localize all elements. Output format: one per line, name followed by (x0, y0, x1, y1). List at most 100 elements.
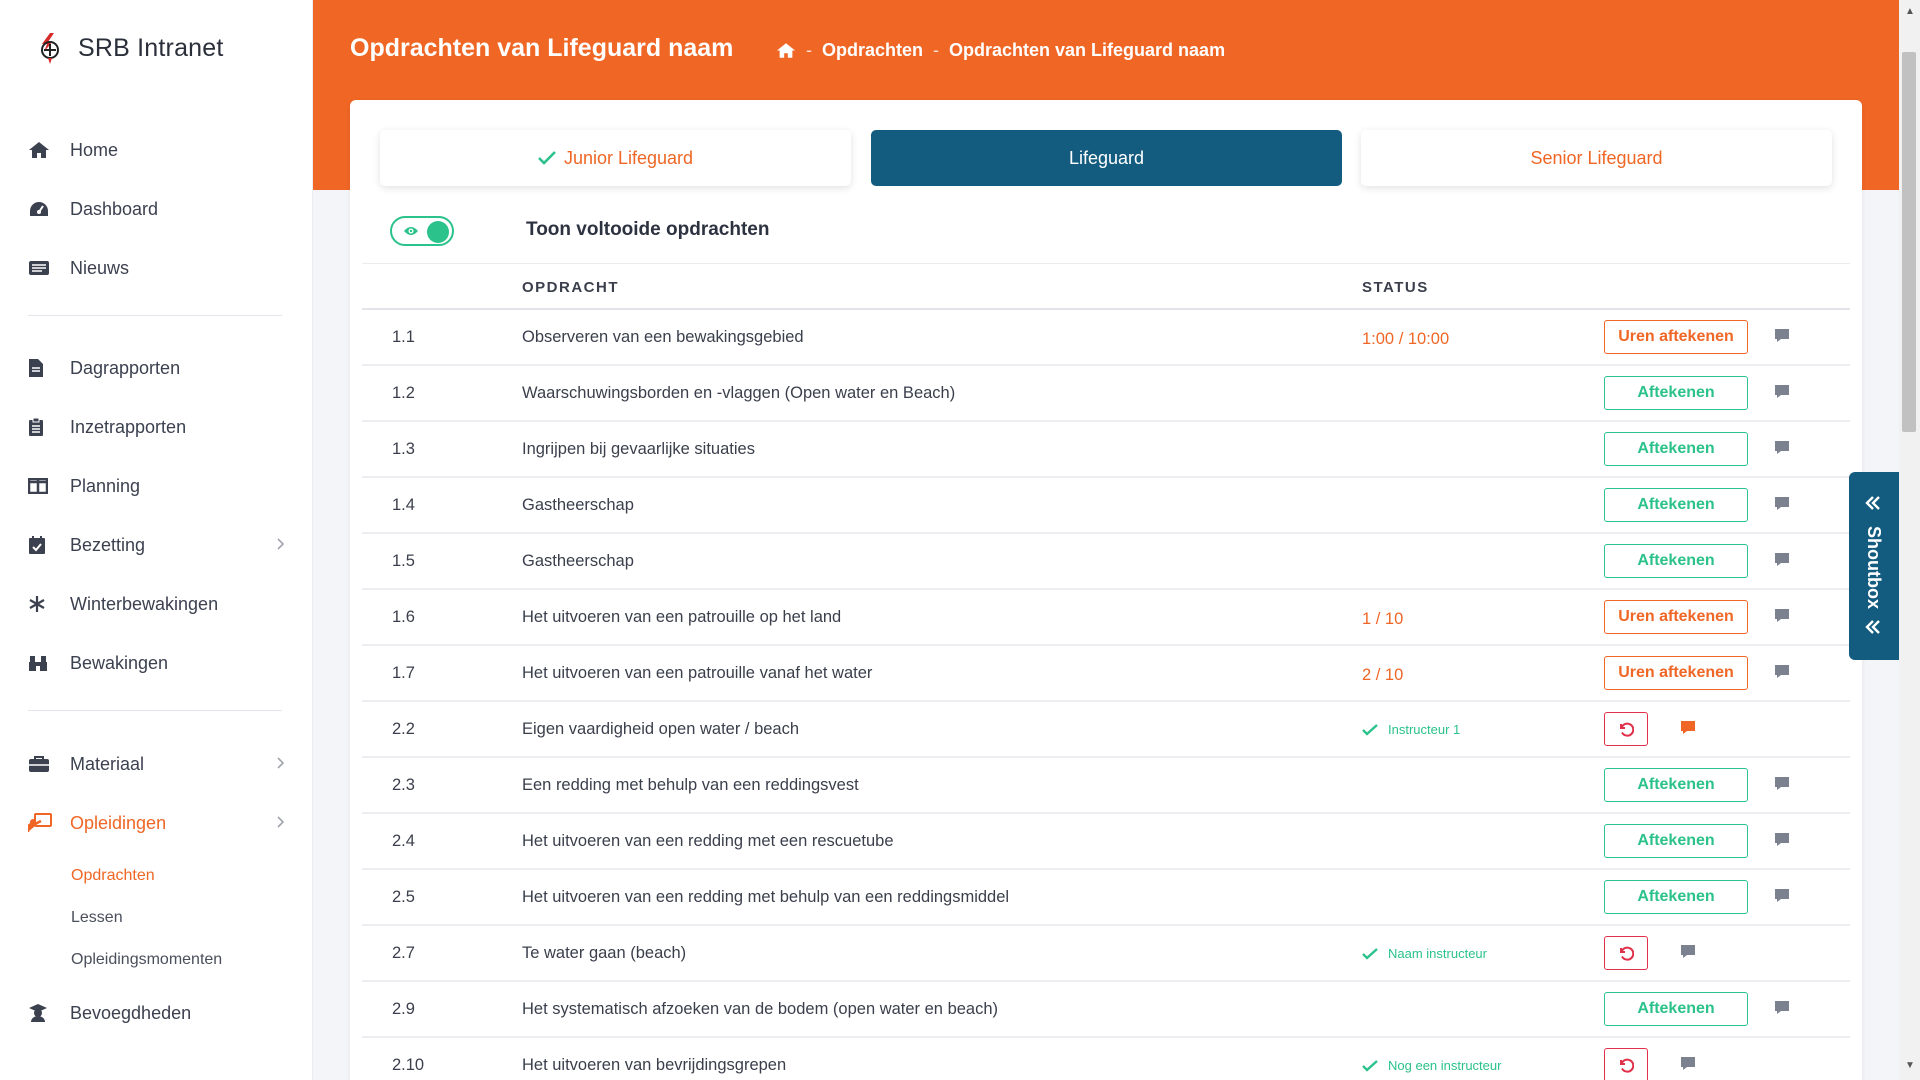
tab-lifeguard[interactable]: Lifeguard (871, 130, 1342, 186)
table-row: 1.7 Het uitvoeren van een patrouille vana… (362, 646, 1850, 702)
scroll-down-arrow-icon[interactable]: ▼ (1905, 1060, 1915, 1071)
sidebar-item-planning[interactable]: Planning (28, 466, 284, 506)
comment-icon[interactable] (1774, 552, 1790, 572)
table-row: 1.5 Gastheerschap Aftekenen (362, 534, 1850, 590)
comment-icon[interactable] (1774, 384, 1790, 404)
chevron-right-icon (277, 538, 284, 550)
sidebar-subitem-opleidingsmomenten[interactable]: Opleidingsmomenten (71, 946, 222, 974)
tab-senior-lifeguard[interactable]: Senior Lifeguard (1361, 130, 1832, 186)
comment-icon[interactable] (1774, 776, 1790, 796)
comment-icon[interactable] (1680, 720, 1696, 740)
sidebar-item-home[interactable]: Home (28, 130, 284, 170)
sidebar-item-bevoegdheden[interactable]: Bevoegdheden (28, 993, 284, 1033)
sidebar-item-opleidingen[interactable]: Opleidingen (28, 803, 284, 843)
table-row: 2.5 Het uitvoeren van een redding met beh… (362, 870, 1850, 926)
clipboard-icon (28, 416, 54, 438)
sign-off-button[interactable]: Aftekenen (1604, 544, 1748, 578)
sidebar-item-materiaal[interactable]: Materiaal (28, 744, 284, 784)
sidebar-subitem-opdrachten[interactable]: Opdrachten (71, 862, 155, 890)
assignment-title: Het uitvoeren van een redding met behulp… (522, 888, 1010, 906)
undo-signoff-button[interactable] (1604, 712, 1648, 746)
show-completed-toggle[interactable] (390, 216, 454, 246)
breadcrumb-current: Opdrachten van Lifeguard naam (949, 40, 1226, 60)
undo-signoff-button[interactable] (1604, 936, 1648, 970)
comment-icon[interactable] (1774, 664, 1790, 684)
comment-icon[interactable] (1680, 944, 1696, 964)
comment-icon[interactable] (1774, 608, 1790, 628)
tab-junior-lifeguard[interactable]: Junior Lifeguard (380, 130, 851, 186)
table-row: 1.4 Gastheerschap Aftekenen (362, 478, 1850, 534)
page-scrollbar[interactable]: ▲ ▼ (1899, 0, 1920, 1080)
sidebar-item-winterbewakingen[interactable]: Winterbewakingen (28, 584, 284, 624)
srb-logo-icon (41, 33, 59, 64)
sidebar-item-bezetting[interactable]: Bezetting (28, 525, 284, 565)
table-row: 1.3 Ingrijpen bij gevaarlijke situaties Af… (362, 422, 1850, 478)
table-row: 1.6 Het uitvoeren van een patrouille op h… (362, 590, 1850, 646)
instructor-name: Nog een instructeur (1388, 1058, 1502, 1073)
assignment-number: 2.4 (392, 832, 415, 850)
comment-icon[interactable] (1774, 888, 1790, 908)
graduate-icon (28, 1002, 54, 1024)
comment-icon[interactable] (1774, 496, 1790, 516)
tab-label: Senior Lifeguard (1530, 147, 1663, 168)
sign-off-button[interactable]: Aftekenen (1604, 992, 1748, 1026)
assignments-table: OPDRACHT STATUS 1.1 Observeren van een be… (362, 263, 1850, 1080)
assignment-number: 2.3 (392, 776, 415, 794)
assignment-number: 2.7 (392, 944, 415, 962)
sidebar-item-nieuws[interactable]: Nieuws (28, 248, 284, 288)
sign-off-button[interactable]: Aftekenen (1604, 824, 1748, 858)
sign-off-button[interactable]: Aftekenen (1604, 880, 1748, 914)
sidebar-subitem-lessen[interactable]: Lessen (71, 904, 123, 932)
sidebar-item-label: Home (70, 139, 119, 160)
brand-name: SRB Intranet (78, 33, 224, 62)
scrollbar-thumb[interactable] (1902, 52, 1916, 432)
calendar-check-icon (28, 534, 54, 556)
sidebar-item-dashboard[interactable]: Dashboard (28, 189, 284, 229)
sign-off-hours-button[interactable]: Uren aftekenen (1604, 656, 1748, 690)
sign-off-button[interactable]: Aftekenen (1604, 768, 1748, 802)
table-row: 2.2 Eigen vaardigheid open water / beach I… (362, 702, 1850, 758)
home-icon[interactable] (776, 42, 796, 59)
sign-off-hours-button[interactable]: Uren aftekenen (1604, 320, 1748, 354)
sign-off-button[interactable]: Aftekenen (1604, 432, 1748, 466)
teacher-icon (28, 812, 54, 834)
status-signed-off: Instructeur 1 (1362, 722, 1460, 737)
sign-off-button[interactable]: Aftekenen (1604, 376, 1748, 410)
scroll-up-arrow-icon[interactable]: ▲ (1905, 6, 1915, 17)
assignment-number: 2.10 (392, 1056, 425, 1074)
assignment-number: 1.4 (392, 496, 415, 514)
comment-icon[interactable] (1774, 440, 1790, 460)
comment-icon[interactable] (1774, 1000, 1790, 1020)
assignment-number: 1.1 (392, 328, 415, 346)
sidebar-item-dagrapporten[interactable]: Dagrapporten (28, 348, 284, 388)
sidebar-item-inzetrapporten[interactable]: Inzetrapporten (28, 407, 284, 447)
comment-icon[interactable] (1680, 1056, 1696, 1076)
breadcrumb-link-opdrachten[interactable]: Opdrachten (822, 40, 923, 61)
chevron-right-icon (277, 816, 284, 828)
sidebar-divider (28, 315, 282, 316)
tab-label: Lifeguard (1068, 147, 1145, 168)
shoutbox-toggle[interactable]: Shoutbox (1849, 472, 1899, 660)
column-header-opdracht: OPDRACHT (522, 279, 619, 296)
assignment-number: 1.2 (392, 384, 415, 402)
sign-off-hours-button[interactable]: Uren aftekenen (1604, 600, 1748, 634)
brand[interactable]: SRB Intranet (32, 28, 224, 68)
double-chevron-left-icon (1865, 496, 1880, 510)
undo-icon (1618, 945, 1634, 961)
sidebar-item-bewakingen[interactable]: Bewakingen (28, 643, 284, 683)
double-chevron-left-icon (1865, 620, 1880, 634)
assignment-title: Een redding met behulp van een reddingsv… (522, 776, 859, 794)
page-title: Opdrachten van Lifeguard naam (350, 34, 734, 62)
assignment-title: Het uitvoeren van een redding met een re… (522, 832, 894, 850)
check-icon (538, 151, 556, 165)
assignment-title: Ingrijpen bij gevaarlijke situaties (522, 440, 755, 458)
comment-icon[interactable] (1774, 328, 1790, 348)
dashboard-icon (28, 198, 54, 220)
comment-icon[interactable] (1774, 832, 1790, 852)
assignment-title: Gastheerschap (522, 552, 634, 570)
undo-signoff-button[interactable] (1604, 1048, 1648, 1080)
tab-label: Junior Lifeguard (563, 147, 694, 168)
sign-off-button[interactable]: Aftekenen (1604, 488, 1748, 522)
chevron-right-icon (277, 757, 284, 769)
assignment-title: Te water gaan (beach) (522, 944, 687, 962)
